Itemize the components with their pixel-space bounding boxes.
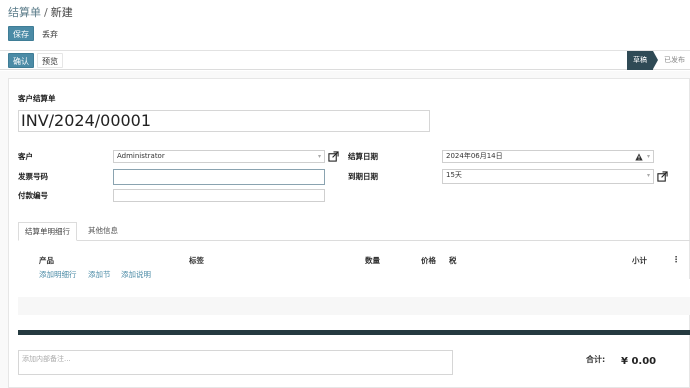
form-tabs: 结算单明细行 其他信息 xyxy=(18,222,690,241)
tab-other-info[interactable]: 其他信息 xyxy=(82,222,124,241)
total-value: ¥ 0.00 xyxy=(621,356,657,367)
tab-invoice-lines[interactable]: 结算单明细行 xyxy=(18,222,77,241)
customer-select[interactable]: Administrator ▾ xyxy=(113,150,325,163)
empty-row xyxy=(18,279,690,297)
breadcrumb-parent[interactable]: 结算单 xyxy=(8,6,41,19)
preview-button[interactable]: 预览 xyxy=(37,53,63,68)
invoice-number-input[interactable] xyxy=(113,169,325,185)
payment-reference-label: 付款编号 xyxy=(18,191,48,200)
warning-icon xyxy=(635,153,643,161)
customer-value: Administrator xyxy=(117,152,165,160)
column-tax[interactable]: 税 xyxy=(449,255,457,266)
discard-button[interactable]: 丢弃 xyxy=(37,26,63,41)
chevron-down-icon[interactable]: ▾ xyxy=(647,170,650,181)
payment-terms-select[interactable]: 15天 ▾ xyxy=(442,169,654,184)
chevron-down-icon[interactable]: ▾ xyxy=(318,151,321,162)
payment-reference-input[interactable] xyxy=(113,189,325,202)
internal-notes-input[interactable]: 添加内部备注... xyxy=(18,350,453,375)
column-subtotal[interactable]: 小计 xyxy=(632,255,647,266)
column-quantity[interactable]: 数量 xyxy=(365,255,380,266)
document-number[interactable]: INV/2024/00001 xyxy=(18,110,430,132)
invoice-date-input[interactable]: 2024年06月14日 ▾ xyxy=(442,150,654,163)
invoice-date-label: 结算日期 xyxy=(348,152,378,161)
save-button[interactable]: 保存 xyxy=(8,26,34,41)
total-label: 合计: xyxy=(586,355,606,364)
document-type-label: 客户结算单 xyxy=(18,94,56,103)
control-panel: 结算单 / 新建 保存 丢弃 xyxy=(0,0,690,48)
breadcrumb-current: 新建 xyxy=(50,6,73,19)
stage-posted[interactable]: 已发布 xyxy=(664,51,685,70)
confirm-button[interactable]: 确认 xyxy=(8,53,34,68)
stage-draft[interactable]: 草稿 xyxy=(627,51,658,70)
chevron-down-icon[interactable]: ▾ xyxy=(647,151,650,162)
payment-terms-value: 15天 xyxy=(446,171,462,179)
due-date-label: 到期日期 xyxy=(348,172,378,181)
lines-footer-bar xyxy=(18,330,690,335)
column-price[interactable]: 价格 xyxy=(421,255,436,266)
empty-row xyxy=(18,297,690,315)
statusbar: 确认 预览 草稿 已发布 xyxy=(0,50,690,70)
column-product[interactable]: 产品 xyxy=(39,255,54,266)
invoice-date-value: 2024年06月14日 xyxy=(446,152,503,160)
external-link-icon[interactable] xyxy=(328,151,339,162)
breadcrumb-separator: / xyxy=(44,6,48,19)
external-link-icon[interactable] xyxy=(657,171,668,182)
column-options-icon[interactable]: ⋮ xyxy=(672,255,680,264)
breadcrumb: 结算单 / 新建 xyxy=(8,4,73,20)
invoice-number-label: 发票号码 xyxy=(18,172,48,181)
column-label[interactable]: 标签 xyxy=(189,255,204,266)
customer-label: 客户 xyxy=(18,152,33,161)
